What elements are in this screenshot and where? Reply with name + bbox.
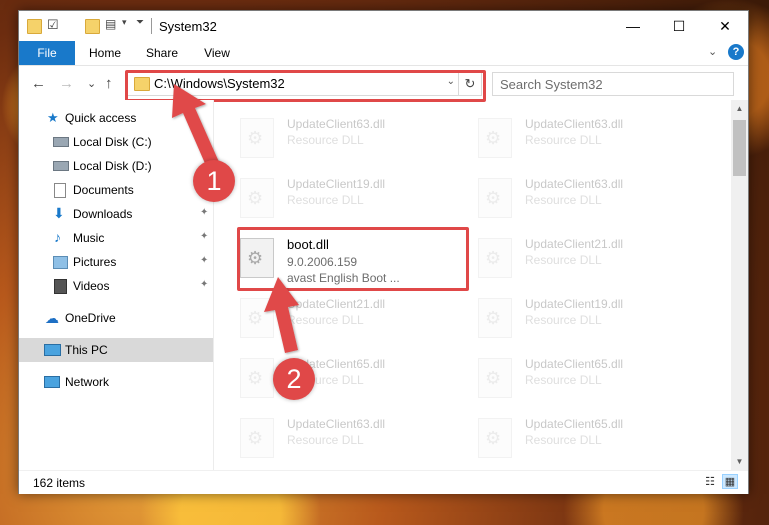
arrow-to-boot-dll — [264, 277, 299, 353]
step-2-badge: 2 — [273, 358, 315, 400]
annotation-arrows — [172, 84, 299, 353]
arrow-to-address-bar — [172, 84, 219, 168]
step-1-badge: 1 — [193, 160, 235, 202]
